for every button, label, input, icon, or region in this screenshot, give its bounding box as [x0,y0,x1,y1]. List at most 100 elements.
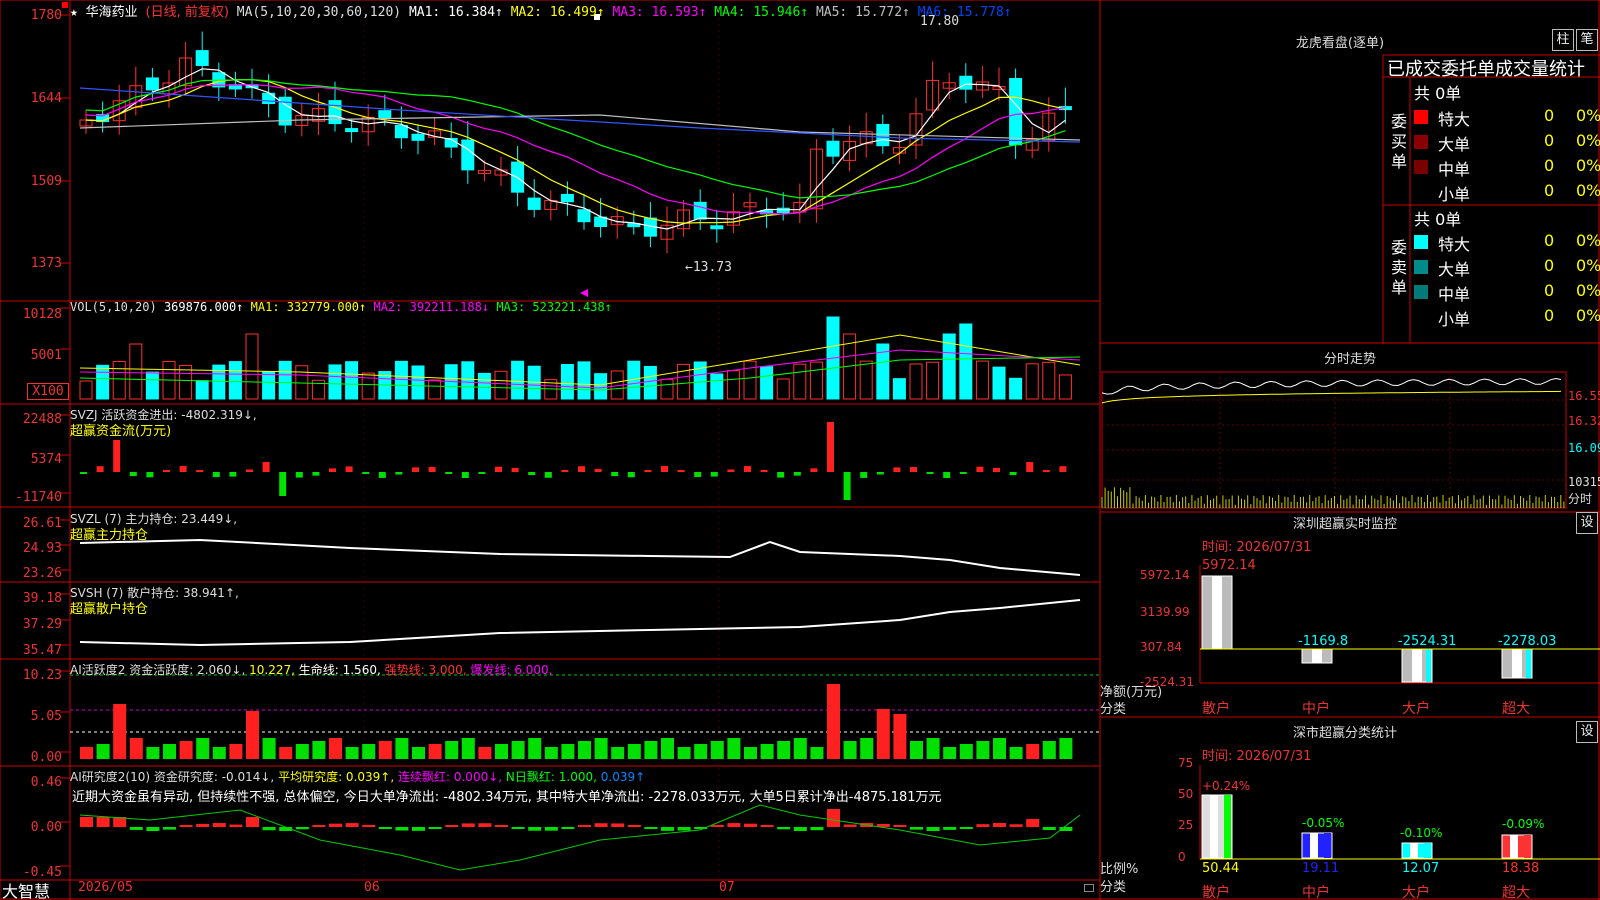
sz-monitor-value-super: -2278.03 [1498,634,1557,649]
volume-bar [511,360,525,400]
candle [1009,78,1023,146]
ai2-bar [910,827,923,830]
sz-class-category: 中户 [1302,885,1330,900]
ai1-bar [976,741,990,759]
lhb-row-percent: 0% [1576,231,1600,250]
ai2-bar [461,823,475,827]
svzj-bar [395,472,403,475]
ai1-bar [146,747,160,759]
svzl-line [79,538,1081,576]
sz-monitor-settings-button[interactable]: 设 [1576,512,1598,534]
sz-class-time: 时间: 2026/07/31 [1202,749,1312,764]
lock-icon[interactable] [1084,884,1094,892]
candle [693,201,707,220]
sz-class-settings-button[interactable]: 设 [1576,721,1598,743]
ai1-bar [760,744,774,759]
svzj-bar [428,467,436,472]
sz-class-title: 深市超赢分类统计 [1292,726,1397,741]
main-chart-header: ★ 华海药业 (日线, 前复权) MA(5,10,20,30,60,120) M… [70,1,1012,20]
lhb-color-swatch [1414,135,1428,149]
intraday-title: 分时走势 [1323,352,1376,367]
lhb-title: 龙虎看盘(逐单) [1295,36,1385,51]
ai2-bar [528,827,542,831]
ai2-bar [445,825,459,827]
vol-axis-mid: 5001 [30,348,62,363]
candle [560,193,574,203]
svzj-bar [146,472,154,478]
volume-bar [975,360,989,400]
ai1-bar [1042,741,1056,759]
chart-canvas [0,0,1600,900]
svzl-axis-mid: 24.93 [22,541,62,556]
svzj-bar [910,467,917,472]
volume-bar [245,333,259,400]
ai1-bar [910,741,923,759]
ai2-bar [827,809,840,827]
lhb-buy-row[interactable]: 小单 0 0% [1414,181,1600,204]
lhb-sell-row[interactable]: 特大 0 0% [1414,231,1600,254]
ma3-value: MA3: 16.593↑ [604,5,707,20]
svzj-bar [478,472,486,474]
stock-name[interactable]: 华海药业 [86,5,138,20]
lhb-bar-button[interactable]: 柱 [1552,29,1574,51]
lhb-sell-row[interactable]: 大单 0 0% [1414,256,1600,279]
intraday-axis-4: 10315 [1568,475,1600,489]
ai1-bar [1009,747,1023,759]
svzj-bar [495,466,502,472]
ma1-line [85,68,1066,230]
lhb-color-swatch [1414,260,1428,274]
ai1-bar [959,744,973,759]
volume-bar [660,378,674,400]
ai1-bar [926,738,940,759]
lhb-sell-row[interactable]: 小单 0 0% [1414,306,1600,329]
price-axis-1644: 1644 [30,91,62,106]
sz-class-axis-label: 75 [1178,756,1194,770]
lhb-tabs[interactable]: 已成交委托单成交量统计 [1387,55,1585,81]
ai2-bar [976,824,990,827]
ai1-bar [876,709,890,759]
vol-label: VOL(5,10,20) [70,300,157,314]
svzl-axis-top: 26.61 [22,516,62,531]
svzj-axis-mid: 5374 [30,452,62,467]
svsh-axis-bottom: 35.47 [22,643,62,658]
svzj-bar [860,472,868,478]
intraday-axis-1: 16.55 [1568,389,1600,403]
ai2-bar [146,827,160,831]
lhb-buy-row[interactable]: 中单 0 0% [1414,156,1600,179]
ai1-bar [694,744,708,759]
candle [776,207,790,214]
ai2-bar [744,823,757,827]
ai1-bar [644,741,658,759]
adjust-mode[interactable]: (日线, 前复权) [146,5,229,20]
ai2-bar [644,827,658,829]
sz-class-category: 超大 [1502,885,1530,900]
ai2-bar [80,817,93,827]
sz-monitor-bar-edge [1426,649,1431,682]
sz-class-category: 散户 [1202,885,1230,900]
volume-bar [1025,363,1039,400]
volume-bar [328,364,342,400]
volume-bar [428,379,442,400]
ai2-bar [312,825,326,827]
price-high-mark: 17.80 [920,14,960,29]
lhb-row-label: 大单 [1438,135,1471,154]
volume-bar [776,378,790,400]
ma1-value: MA1: 16.384↑ [408,5,503,20]
lhb-sell-row[interactable]: 中单 0 0% [1414,281,1600,304]
lhb-buy-row[interactable]: 大单 0 0% [1414,131,1600,154]
date-label-jul: 07 [719,880,735,895]
ai2-bar [627,825,641,827]
volume-bar [760,366,774,400]
sz-class-ylabel: 比例% [1100,862,1139,877]
volume-bar [1009,377,1023,400]
star-icon[interactable]: ★ [70,5,78,20]
svzj-bar [1009,472,1017,476]
ai2-avg: 平均研究度: 0.039↑, [278,770,395,784]
ai1-bar [993,738,1006,759]
volume-bar [477,372,491,400]
lhb-tick-button[interactable]: 笔 [1576,29,1598,51]
sz-class-bar-edge [1224,795,1231,858]
lhb-row-percent: 0% [1576,256,1600,275]
candle [959,75,973,90]
lhb-buy-row[interactable]: 特大 0 0% [1414,106,1600,129]
